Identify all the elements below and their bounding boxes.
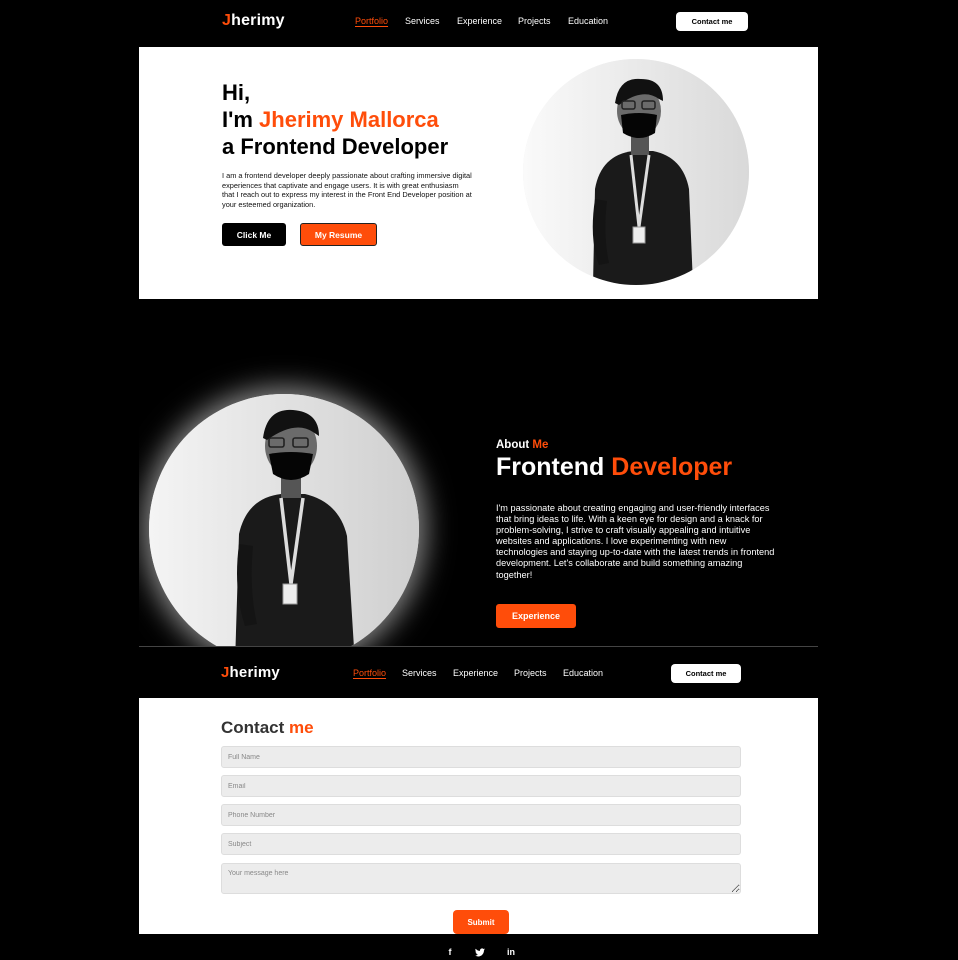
email-input[interactable] bbox=[221, 775, 741, 797]
contact-me-button[interactable]: Contact me bbox=[671, 664, 741, 683]
about-profile-photo bbox=[149, 394, 419, 646]
message-textarea[interactable] bbox=[221, 863, 741, 894]
hero-section: Hi, I'm Jherimy Mallorca a Frontend Deve… bbox=[139, 47, 818, 299]
nav-link-portfolio[interactable]: Portfolio bbox=[355, 16, 388, 26]
hero-description: I am a frontend developer deeply passion… bbox=[222, 171, 472, 209]
hero-name-line: I'm Jherimy Mallorca bbox=[222, 107, 439, 132]
contact-me-button[interactable]: Contact me bbox=[676, 12, 748, 31]
contact-navbar: Jherimy Portfolio Services Experience Pr… bbox=[139, 649, 818, 697]
hero-greeting: Hi, bbox=[222, 80, 251, 105]
nav-link-services[interactable]: Services bbox=[405, 16, 440, 26]
nav-link-projects[interactable]: Projects bbox=[518, 16, 551, 26]
twitter-icon[interactable] bbox=[473, 945, 487, 959]
nav-link-experience[interactable]: Experience bbox=[453, 668, 498, 678]
click-me-button[interactable]: Click Me bbox=[222, 223, 286, 246]
about-section: About Me Frontend Developer I'm passiona… bbox=[139, 299, 818, 647]
subject-input[interactable] bbox=[221, 833, 741, 855]
nav-link-education[interactable]: Education bbox=[568, 16, 608, 26]
brand-logo[interactable]: Jherimy bbox=[222, 12, 285, 30]
hero-profile-photo bbox=[523, 59, 749, 285]
twitter-bird-shape bbox=[475, 947, 485, 956]
linkedin-icon[interactable]: in bbox=[504, 945, 518, 959]
experience-button[interactable]: Experience bbox=[496, 604, 576, 628]
nav-link-projects[interactable]: Projects bbox=[514, 668, 547, 678]
contact-section: Contact me Submit bbox=[139, 698, 818, 934]
nav-link-education[interactable]: Education bbox=[563, 668, 603, 678]
top-navbar: Jherimy Portfolio Services Experience Pr… bbox=[139, 0, 818, 48]
hero-role: a Frontend Developer bbox=[222, 134, 449, 159]
hero-name: Jherimy Mallorca bbox=[259, 107, 439, 132]
person-illustration bbox=[149, 394, 419, 646]
nav-link-experience[interactable]: Experience bbox=[457, 16, 502, 26]
nav-link-services[interactable]: Services bbox=[402, 668, 437, 678]
my-resume-button[interactable]: My Resume bbox=[300, 223, 377, 246]
phone-input[interactable] bbox=[221, 804, 741, 826]
about-title: Frontend Developer bbox=[496, 453, 733, 481]
about-description: I'm passionate about creating engaging a… bbox=[496, 503, 775, 580]
about-label: About Me bbox=[496, 439, 549, 451]
brand-logo[interactable]: Jherimy bbox=[221, 664, 280, 681]
full-name-input[interactable] bbox=[221, 746, 741, 768]
submit-button[interactable]: Submit bbox=[453, 910, 509, 934]
nav-link-portfolio[interactable]: Portfolio bbox=[353, 668, 386, 678]
person-illustration bbox=[523, 59, 749, 285]
contact-title: Contact me bbox=[221, 718, 314, 737]
facebook-icon[interactable]: f bbox=[443, 945, 457, 959]
